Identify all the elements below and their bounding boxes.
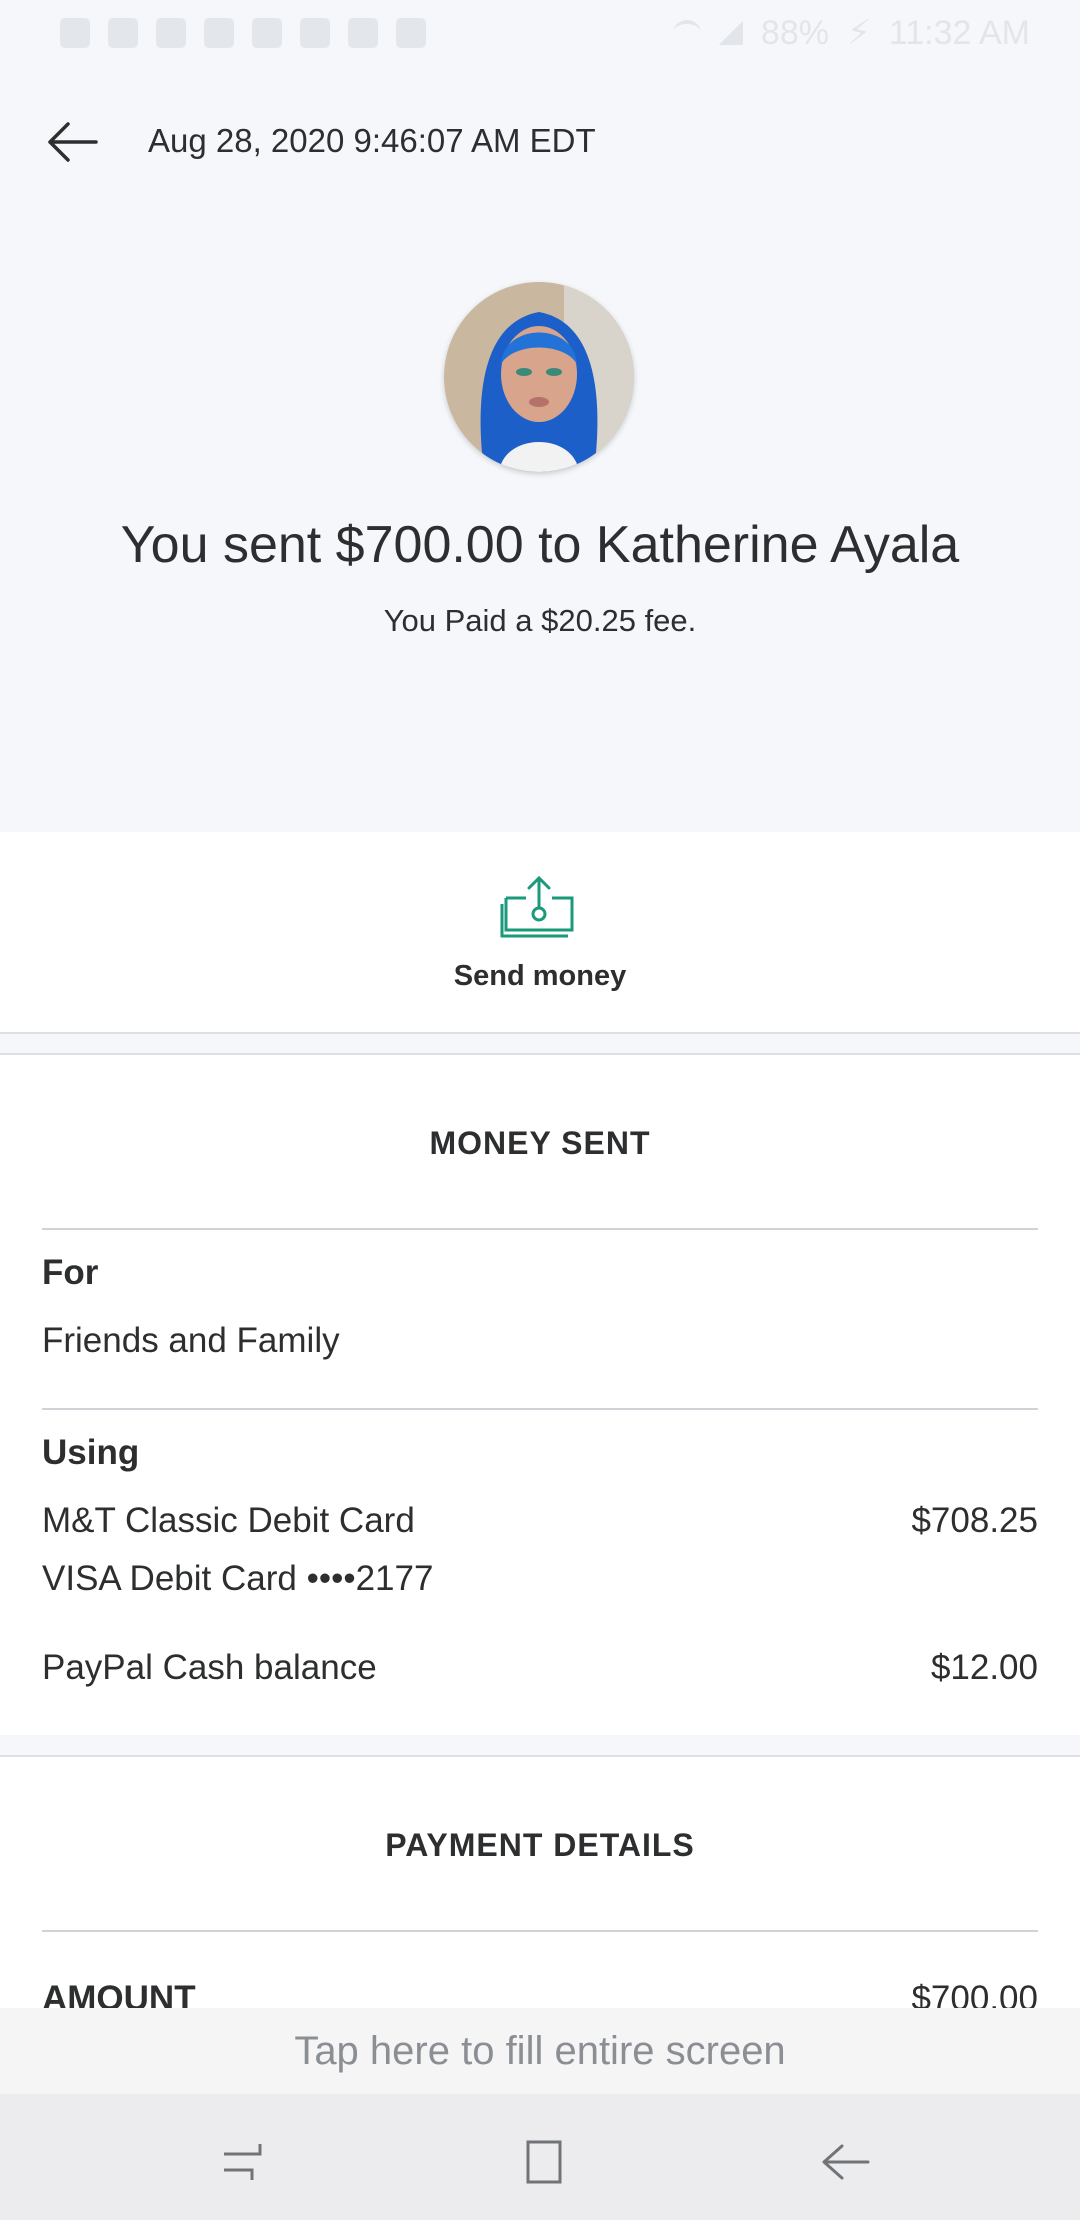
for-value: Friends and Family bbox=[42, 1321, 340, 1360]
volume-icon bbox=[60, 18, 90, 48]
payment-details-card: PAYMENT DETAILS AMOUNT $700.00 bbox=[0, 1755, 1080, 2018]
divider bbox=[42, 1930, 1038, 1932]
back-button[interactable] bbox=[40, 112, 110, 172]
home-button[interactable] bbox=[514, 2132, 574, 2192]
calendar-icon bbox=[348, 18, 378, 48]
calendar-icon bbox=[300, 18, 330, 48]
home-icon bbox=[526, 2140, 562, 2184]
back-arrow-icon bbox=[48, 122, 98, 162]
nav-back-icon bbox=[822, 2144, 870, 2180]
funding-source-detail: VISA Debit Card ••••2177 bbox=[42, 1559, 434, 1598]
send-money-icon bbox=[500, 875, 574, 938]
send-money-button[interactable] bbox=[500, 872, 578, 938]
funding-source-amount: $708.25 bbox=[911, 1501, 1038, 1540]
money-sent-heading: MONEY SENT bbox=[429, 1125, 651, 1161]
clock: 11:32 AM bbox=[888, 13, 1030, 52]
funding-source-amount: $12.00 bbox=[930, 1648, 1038, 1687]
funding-source-name: PayPal Cash balance bbox=[42, 1648, 377, 1687]
system-navigation-bar bbox=[0, 2094, 1080, 2220]
key-icon bbox=[204, 18, 234, 48]
nav-back-button[interactable] bbox=[816, 2132, 876, 2192]
fill-screen-button[interactable]: Tap here to fill entire screen bbox=[0, 2008, 1080, 2094]
charging-icon: ⚡ bbox=[846, 14, 871, 52]
for-label: For bbox=[42, 1253, 99, 1292]
send-money-section: Send money bbox=[0, 832, 1080, 1034]
mail-icon bbox=[252, 18, 282, 48]
divider bbox=[42, 1408, 1038, 1410]
send-money-label[interactable]: Send money bbox=[0, 960, 1080, 993]
battery-text: 88% bbox=[760, 13, 829, 52]
notification-icons bbox=[60, 18, 426, 48]
header: Aug 28, 2020 9:46:07 AM EDT bbox=[0, 100, 1080, 180]
avatar bbox=[444, 282, 634, 472]
money-sent-card: MONEY SENT For Friends and Family Using … bbox=[0, 1053, 1080, 1735]
wifi-icon bbox=[672, 20, 701, 46]
using-label: Using bbox=[42, 1433, 140, 1472]
fee-note: You Paid a $20.25 fee. bbox=[383, 603, 697, 638]
recents-button[interactable] bbox=[212, 2132, 272, 2192]
status-bar: 88% ⚡ 11:32 AM bbox=[0, 0, 1080, 66]
divider bbox=[42, 1228, 1038, 1230]
signal-icon bbox=[718, 21, 743, 45]
recents-icon bbox=[224, 2144, 262, 2180]
transaction-date: Aug 28, 2020 9:46:07 AM EDT bbox=[148, 122, 596, 159]
transaction-title: You sent $700.00 to Katherine Ayala bbox=[120, 516, 960, 574]
payment-details-heading: PAYMENT DETAILS bbox=[385, 1827, 695, 1863]
system-status: 88% ⚡ 11:32 AM bbox=[672, 13, 1030, 53]
app-icon bbox=[396, 18, 426, 48]
notification-icon bbox=[156, 18, 186, 48]
notification-icon bbox=[108, 18, 138, 48]
funding-source-name: M&T Classic Debit Card bbox=[42, 1501, 415, 1540]
